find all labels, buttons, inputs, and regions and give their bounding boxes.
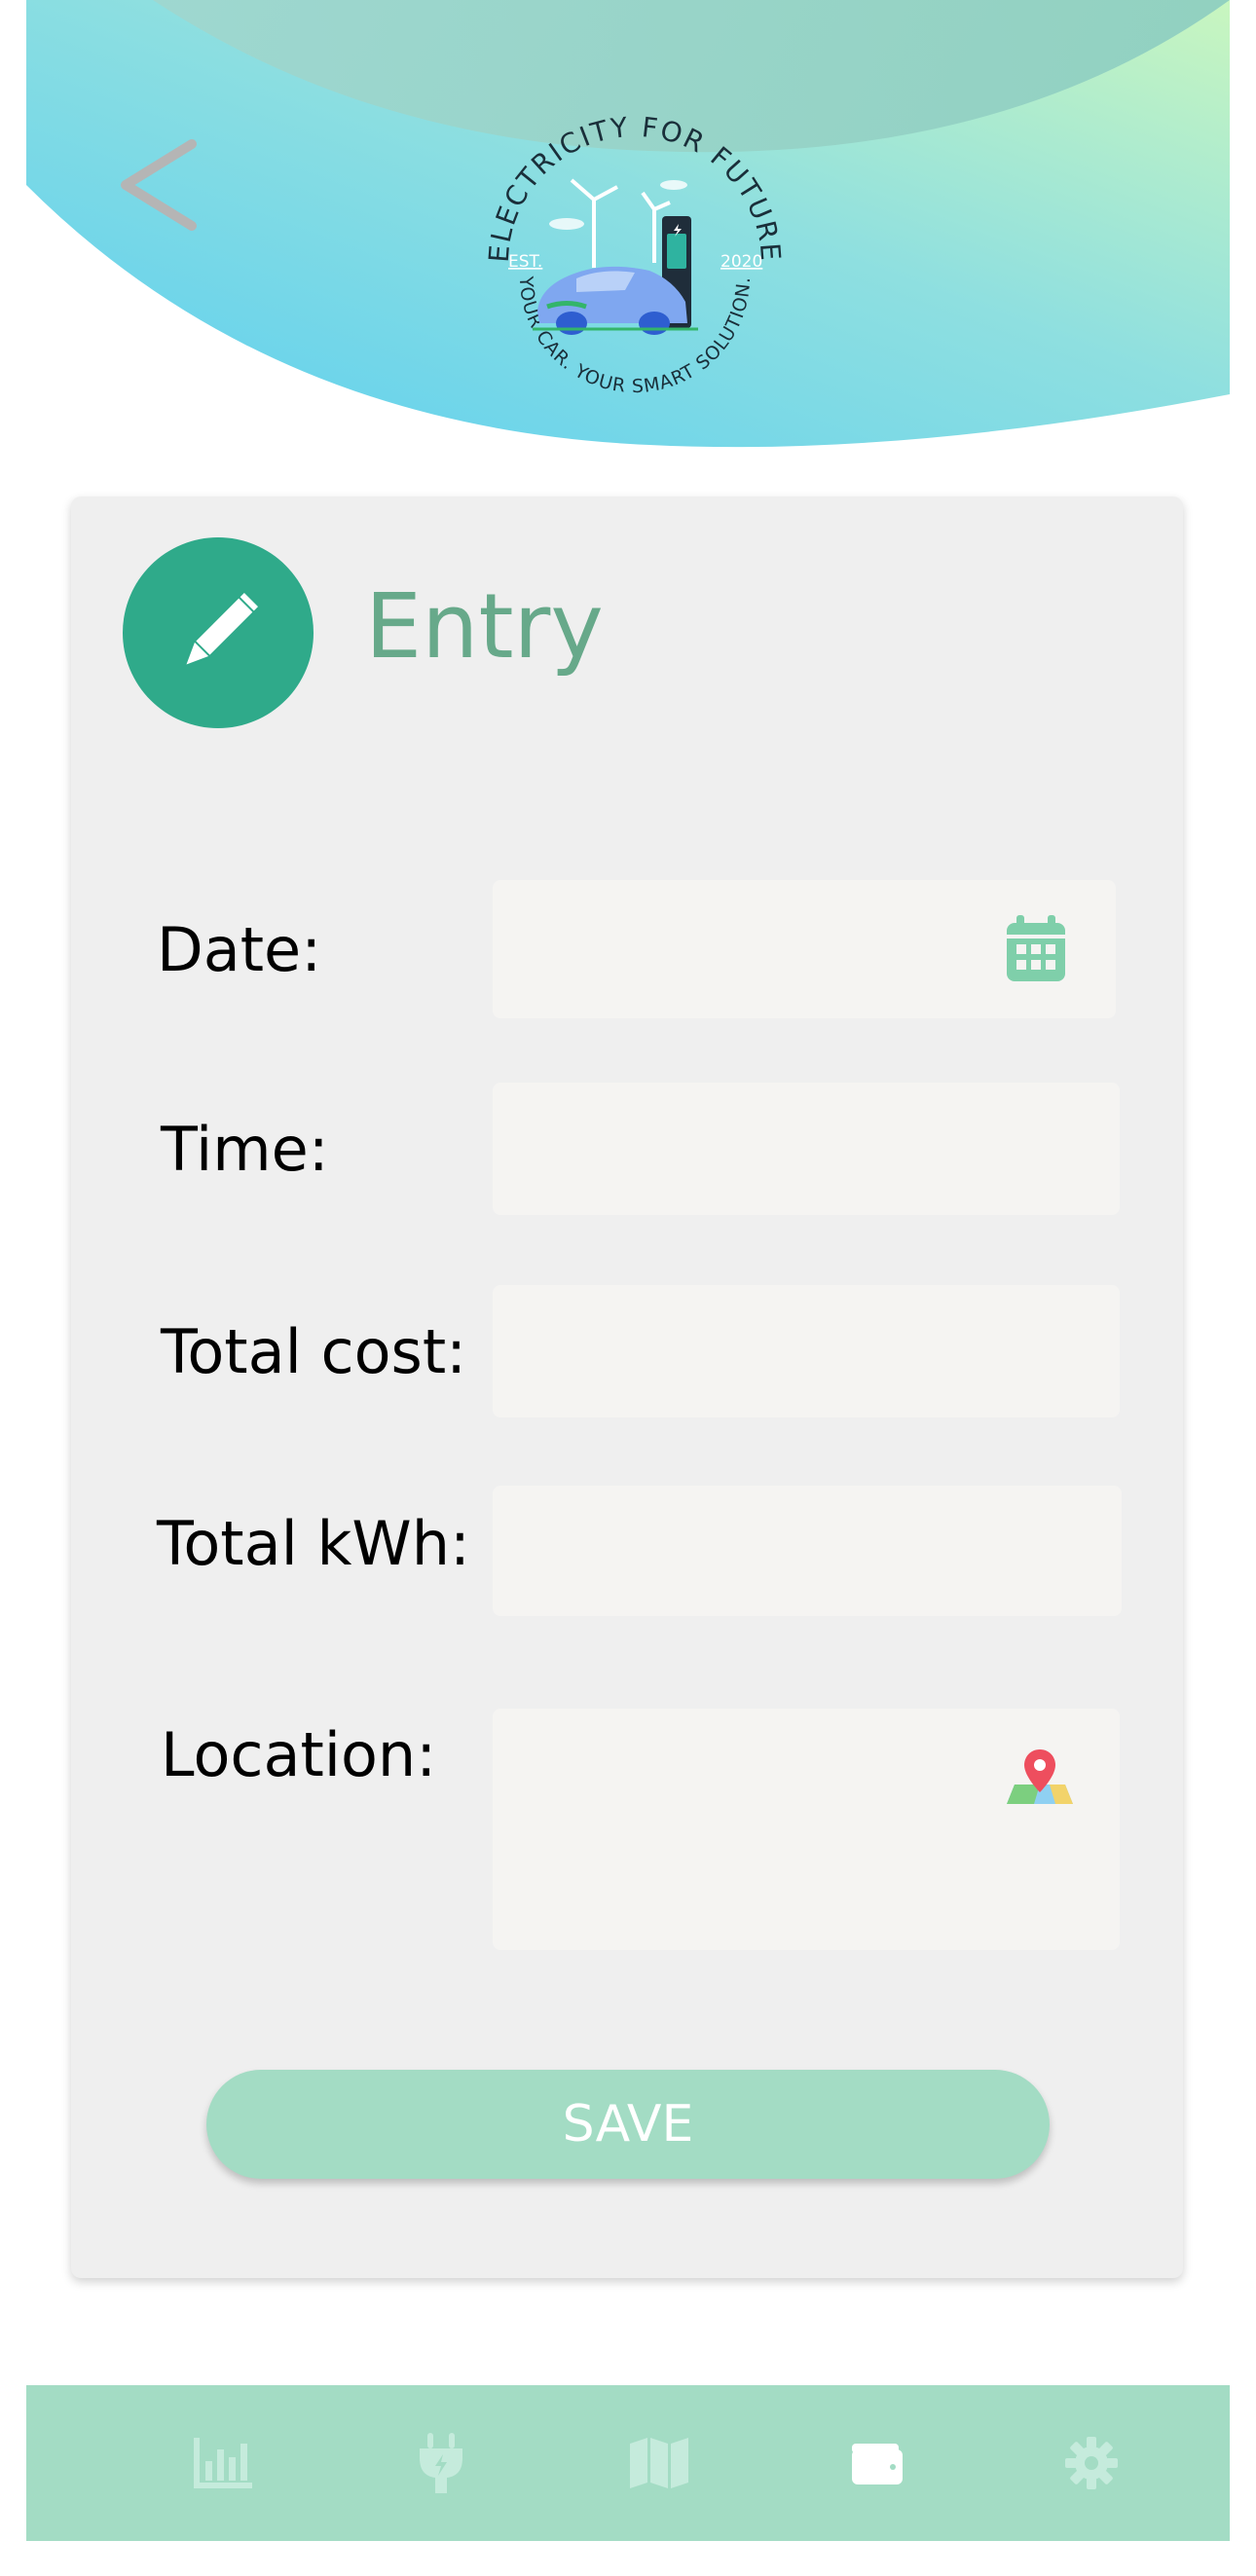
nav-item-charging[interactable]: [400, 2422, 482, 2504]
calendar-icon[interactable]: [1005, 913, 1067, 987]
logo-top-text: ELECTRICITY FOR FUTURE: [483, 111, 786, 264]
total-kwh-field[interactable]: [493, 1486, 1122, 1616]
nav-item-map[interactable]: [618, 2422, 700, 2504]
logo-est-label: EST.: [508, 252, 542, 272]
time-field[interactable]: [493, 1083, 1120, 1215]
chevron-left-icon: [121, 139, 197, 231]
page-title: Entry: [365, 574, 604, 679]
entry-card: Entry Date: Time: Total cost: Total kWh:…: [71, 497, 1183, 2278]
total-cost-field[interactable]: [493, 1285, 1120, 1417]
nav-item-statistics[interactable]: [182, 2422, 264, 2504]
plug-icon: [420, 2433, 462, 2493]
gear-icon: [1065, 2437, 1118, 2489]
total-kwh-label: Total kWh:: [157, 1508, 470, 1579]
location-label: Location:: [161, 1719, 437, 1790]
ev-charger-logo: ELECTRICITY FOR FUTURE YOUR CAR. YOUR SM…: [483, 111, 788, 397]
back-button[interactable]: [94, 127, 211, 243]
bottom-nav: [26, 2385, 1230, 2541]
nav-item-wallet[interactable]: [836, 2422, 918, 2504]
wallet-icon: [852, 2444, 903, 2484]
header: ELECTRICITY FOR FUTURE YOUR CAR. YOUR SM…: [26, 0, 1230, 458]
logo-year: 2020: [720, 252, 762, 272]
save-button[interactable]: SAVE: [206, 2070, 1050, 2179]
date-field[interactable]: [493, 880, 1116, 1018]
location-field[interactable]: [493, 1709, 1120, 1950]
pencil-icon: [186, 592, 259, 665]
date-label: Date:: [157, 914, 322, 985]
nav-item-settings[interactable]: [1051, 2422, 1132, 2504]
map-pin-icon[interactable]: [1005, 1748, 1075, 1812]
map-icon: [630, 2438, 688, 2488]
total-cost-label: Total cost:: [161, 1316, 467, 1387]
brand-logo: ELECTRICITY FOR FUTURE YOUR CAR. YOUR SM…: [479, 107, 791, 419]
entry-badge: [123, 537, 314, 728]
app-screen: ELECTRICITY FOR FUTURE YOUR CAR. YOUR SM…: [26, 0, 1230, 2576]
svg-text:ELECTRICITY FOR FUTURE: ELECTRICITY FOR FUTURE: [483, 111, 788, 264]
time-label: Time:: [161, 1114, 329, 1185]
bar-chart-icon: [194, 2438, 252, 2488]
